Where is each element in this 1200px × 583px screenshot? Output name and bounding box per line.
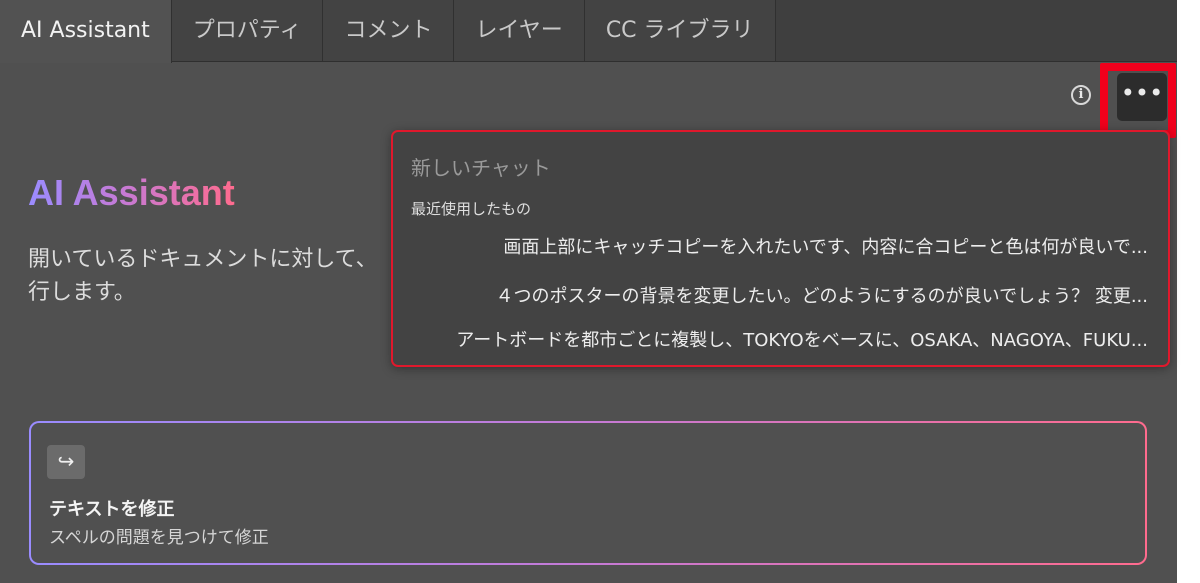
tab-properties[interactable]: プロパティ: [171, 0, 324, 61]
tab-comments[interactable]: コメント: [323, 0, 455, 61]
hero-description-line-2: 行します。: [28, 280, 136, 305]
recent-section-label: 最近使用したもの: [411, 200, 532, 218]
hero-description-line-1: 開いているドキュメントに対して、: [28, 247, 378, 272]
action-card-body: ↪ テキストを修正 スペルの問題を見つけて修正: [31, 423, 1145, 563]
hero-description: 開いているドキュメントに対して、 行します。: [28, 243, 388, 309]
fix-text-action-card[interactable]: ↪ テキストを修正 スペルの問題を見つけて修正: [29, 421, 1147, 565]
tab-ai-assistant[interactable]: AI Assistant: [0, 0, 172, 63]
info-icon[interactable]: i: [1071, 85, 1091, 105]
window-edge: [1177, 0, 1200, 583]
tab-layers[interactable]: レイヤー: [454, 0, 585, 61]
recent-chat-item-2[interactable]: ４つのポスターの背景を変更したい。どのようにするのが良いでしょう？ 変更...: [495, 282, 1148, 308]
action-card-description: スペルの問題を見つけて修正: [49, 528, 269, 548]
tab-cc-libraries[interactable]: CC ライブラリ: [584, 0, 776, 61]
chat-history-menu: 新しいチャット 最近使用したもの 画面上部にキャッチコピーを入れたいです、内容に…: [391, 130, 1170, 367]
new-chat-item[interactable]: 新しいチャット: [411, 152, 551, 181]
action-card-title: テキストを修正: [49, 499, 175, 520]
ai-assistant-panel: AI Assistant プロパティ コメント レイヤー CC ライブラリ i …: [0, 0, 1200, 583]
recent-chat-item-3[interactable]: アートボードを都市ごとに複製し、TOKYOをベースに、OSAKA、NAGOYA、…: [456, 326, 1148, 352]
recent-chat-item-1[interactable]: 画面上部にキャッチコピーを入れたいです、内容に合コピーと色は何が良いで...: [503, 233, 1148, 259]
more-options-icon: •••: [1120, 79, 1164, 107]
hero-title: AI Assistant: [28, 172, 235, 213]
panel-tab-bar: AI Assistant プロパティ コメント レイヤー CC ライブラリ: [0, 0, 1177, 63]
more-options-button[interactable]: •••: [1117, 73, 1167, 121]
redirect-arrow-icon: ↪: [47, 445, 85, 479]
